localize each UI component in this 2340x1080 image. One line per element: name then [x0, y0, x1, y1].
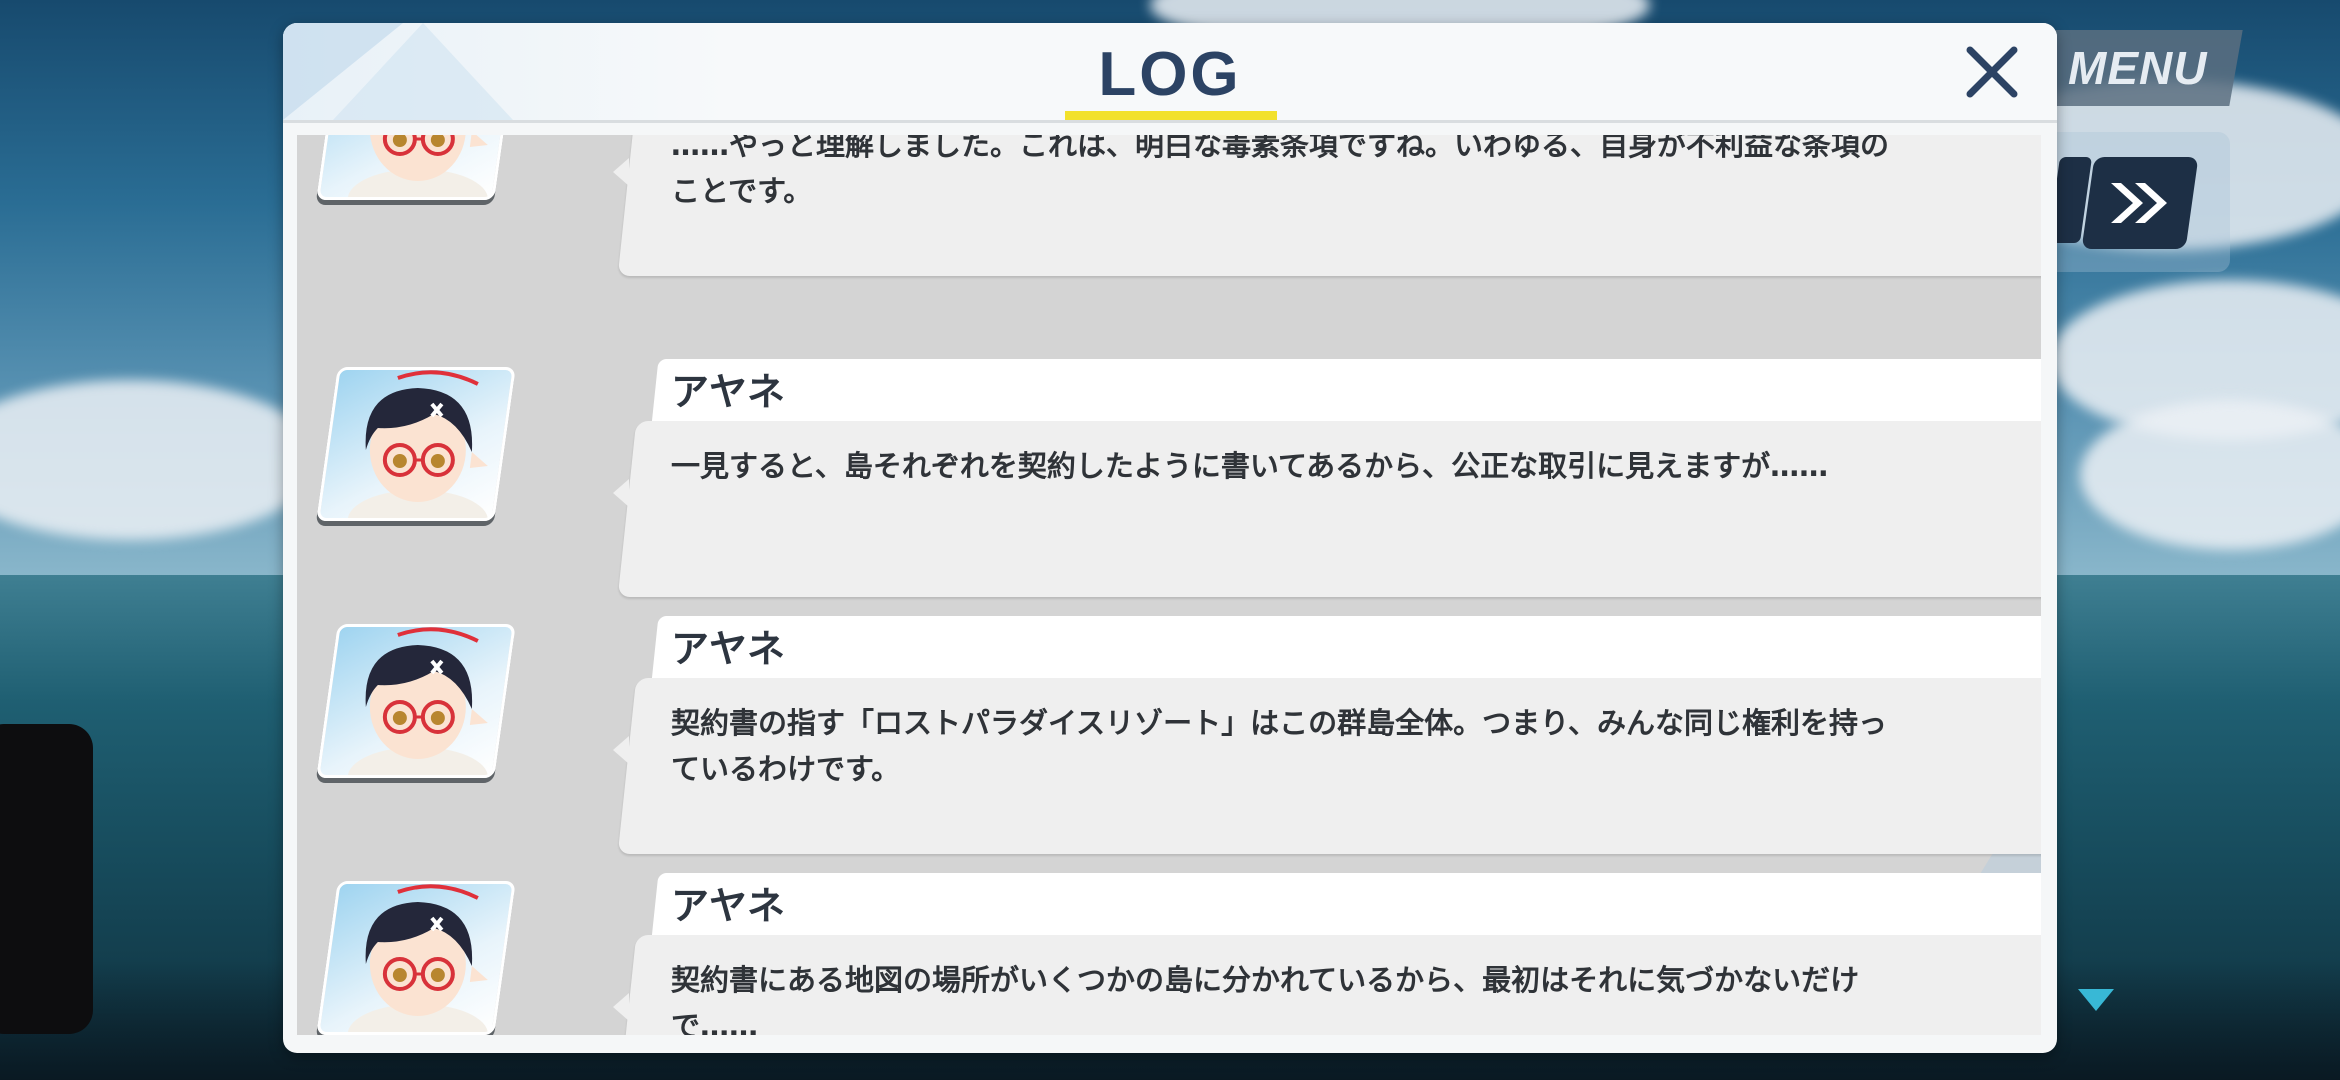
log-entry: ……やっと理解しました。これは、明白な毒素条項ですね。いわゆる、自身が不利益な条…: [297, 135, 2041, 278]
message-text: ……やっと理解しました。これは、明白な毒素条項ですね。いわゆる、自身が不利益な条…: [671, 135, 1890, 208]
title-underline: [1065, 111, 1277, 120]
character-portrait: [316, 624, 516, 778]
log-entry: アヤネ 一見すると、島それぞれを契約したように書いてあるから、公正な取引に見えま…: [297, 359, 2041, 599]
log-header: LOG: [283, 23, 2057, 123]
menu-button[interactable]: MENU: [2033, 30, 2243, 106]
message-text: 契約書にある地図の場所がいくつかの島に分かれているから、最初はそれに気づかないだ…: [671, 963, 1860, 1035]
character-portrait: [316, 881, 516, 1035]
message-text: 契約書の指す「ロストパラダイスリゾート」はこの群島全体。つまり、みんな同じ権利を…: [671, 706, 1887, 786]
character-face: [347, 135, 488, 199]
fast-forward-icon: [2111, 183, 2167, 223]
bubble-tail: [613, 993, 629, 1021]
name-tab: [651, 616, 2041, 682]
message-text: 一見すると、島それぞれを契約したように書いてあるから、公正な取引に見えますが……: [671, 449, 1829, 483]
log-entry: アヤネ 契約書にある地図の場所がいくつかの島に分かれているから、最初はそれに気づ…: [297, 873, 2041, 1035]
name-tab: [651, 873, 2041, 939]
skip-button[interactable]: [2081, 157, 2199, 249]
name-tab: [651, 359, 2041, 425]
speaker-name: アヤネ: [671, 627, 786, 671]
log-entry: アヤネ 契約書の指す「ロストパラダイスリゾート」はこの群島全体。つまり、みんな同…: [297, 616, 2041, 856]
log-title: LOG: [1098, 40, 1242, 109]
log-list[interactable]: ……やっと理解しました。これは、明白な毒素条項ですね。いわゆる、自身が不利益な条…: [297, 135, 2041, 1035]
bubble-tail: [613, 479, 629, 507]
bubble-tail: [613, 158, 629, 186]
character-portrait: [316, 135, 516, 200]
side-panel: [0, 724, 93, 1034]
down-arrow-icon[interactable]: [2078, 989, 2114, 1011]
menu-label: MENU: [2068, 42, 2208, 94]
speaker-name: アヤネ: [671, 884, 786, 928]
character-face: [347, 627, 488, 777]
log-window: LOG ……やっと理解しました。これは、明白な毒素条項ですね。いわゆる、自身が不…: [283, 23, 2057, 1053]
character-face: [347, 884, 488, 1034]
speaker-name: アヤネ: [671, 370, 786, 414]
character-face: [347, 370, 488, 520]
character-portrait: [316, 367, 516, 521]
bubble-tail: [613, 736, 629, 764]
close-icon: [1966, 46, 2018, 98]
close-button[interactable]: [1959, 39, 2025, 105]
